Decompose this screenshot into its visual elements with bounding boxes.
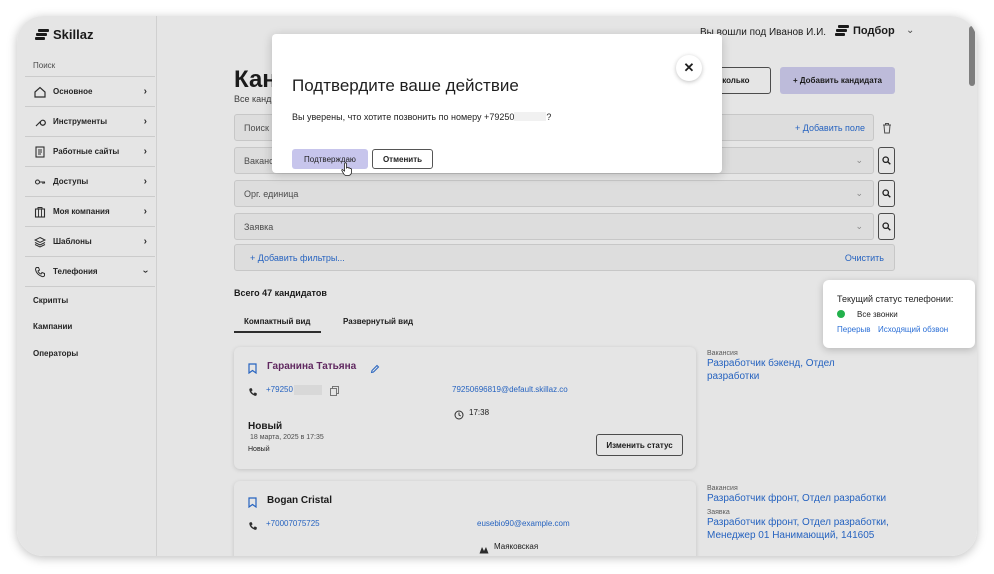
telephony-status-value: Все звонки xyxy=(857,310,898,319)
confirm-dialog: Подтвердите ваше действие ✕ Вы уверены, … xyxy=(272,34,722,173)
telephony-status-popup: Текущий статус телефонии: Все звонки Пер… xyxy=(823,280,975,348)
confirm-button[interactable]: Подтверждаю xyxy=(292,149,368,169)
app-window: Skillaz Поиск Основное › Инструменты › Р… xyxy=(17,16,977,556)
telephony-status-title: Текущий статус телефонии: xyxy=(837,294,954,304)
outbound-dialing-link[interactable]: Исходящий обзвон xyxy=(878,325,948,334)
cancel-button[interactable]: Отменить xyxy=(372,149,433,169)
hand-cursor-icon xyxy=(341,162,353,181)
break-link[interactable]: Перерыв xyxy=(837,325,871,334)
dialog-message: Вы уверены, что хотите позвонить по номе… xyxy=(292,112,552,122)
masked-phone-digits xyxy=(514,112,547,121)
dialog-title: Подтвердите ваше действие xyxy=(292,76,519,95)
close-icon[interactable]: ✕ xyxy=(676,55,702,81)
status-dot xyxy=(837,310,845,318)
